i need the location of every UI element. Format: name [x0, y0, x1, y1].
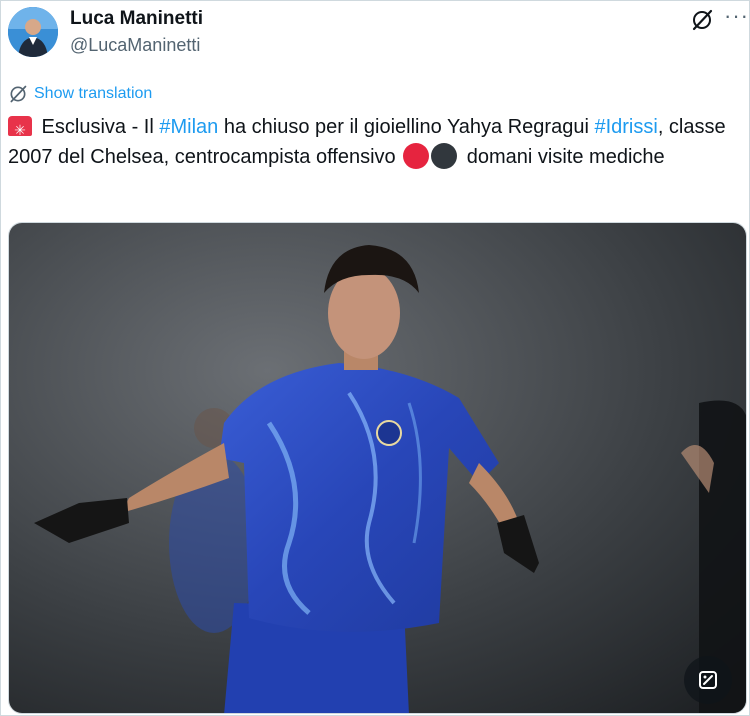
show-translation-label: Show translation	[34, 85, 153, 102]
author-display-name[interactable]: Luca Maninetti	[70, 8, 203, 30]
hashtag-milan[interactable]: #Milan	[159, 116, 218, 138]
author-avatar[interactable]	[8, 7, 58, 57]
avatar-image	[8, 7, 58, 57]
hashtag-idrissi[interactable]: #Idrissi	[594, 116, 657, 138]
football-player-photo	[9, 223, 746, 713]
red-circle-emoji	[403, 143, 430, 169]
tweet-text-part: ha chiuso per il gioiellino Yahya Regrag…	[218, 116, 595, 138]
image-edit-icon[interactable]	[684, 656, 732, 704]
tweet-text-part: Esclusiva - Il	[36, 116, 160, 138]
author-handle[interactable]: @LucaManinetti	[70, 35, 200, 56]
siren-emoji	[8, 115, 32, 145]
tweet-photo[interactable]	[8, 222, 747, 714]
tweet-text-part: domani visite mediche	[461, 146, 665, 168]
tweet-text: Esclusiva - Il #Milan ha chiuso per il g…	[8, 112, 743, 172]
grok-icon[interactable]	[690, 8, 714, 32]
black-circle-emoji	[431, 143, 458, 169]
more-options-icon[interactable]: ···	[724, 5, 748, 30]
globe-slash-icon	[10, 85, 27, 103]
show-translation-button[interactable]: Show translation	[8, 83, 152, 105]
